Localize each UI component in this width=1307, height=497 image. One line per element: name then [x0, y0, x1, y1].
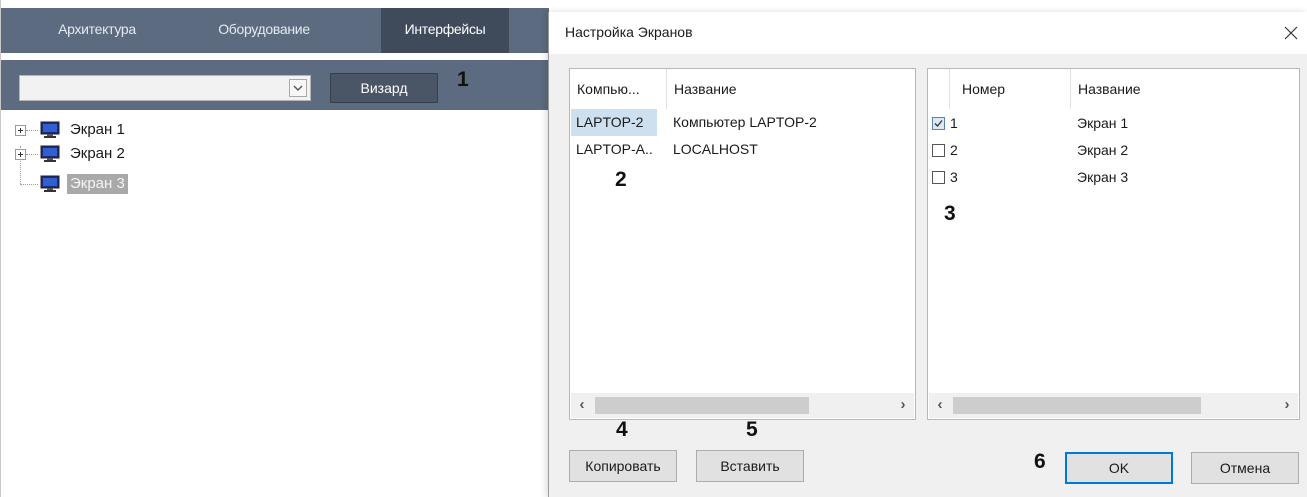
tree-item-screen-2[interactable]: Экран 2 [15, 142, 215, 166]
computers-list[interactable]: Компью... Название LAPTOP-2 Компьютер LA… [569, 68, 916, 420]
expand-icon[interactable] [15, 149, 26, 160]
tree-connector [26, 154, 38, 155]
monitor-icon [40, 145, 60, 162]
tab-bar: Архитектура Оборудование Интерфейсы [1, 8, 549, 53]
monitor-icon [40, 121, 60, 138]
callout-marker-5: 5 [746, 418, 758, 441]
chevron-down-icon[interactable] [289, 79, 307, 97]
screen-name-cell[interactable]: Экран 3 [1072, 164, 1292, 191]
screen-name-cell[interactable]: Экран 2 [1072, 137, 1292, 164]
computer-name-cell[interactable]: LOCALHOST [668, 136, 908, 163]
screens-list[interactable]: Номер Название 1 Экран 1 2 Экран 2 3 Экр… [927, 68, 1300, 420]
column-header-check [928, 69, 950, 109]
tree-item-label: Экран 1 [70, 121, 125, 138]
scroll-right-icon[interactable]: › [892, 393, 914, 418]
expand-icon[interactable] [15, 125, 26, 136]
column-header-name[interactable]: Название [667, 69, 915, 109]
wizard-button[interactable]: Визард [330, 73, 438, 103]
scroll-thumb[interactable] [595, 397, 809, 414]
computer-cell[interactable]: LAPTOP-2 [571, 109, 657, 136]
callout-marker-1: 1 [457, 68, 469, 91]
tree-item-screen-3[interactable]: Экран 3 [15, 172, 215, 196]
tab-architecture[interactable]: Архитектура [27, 8, 167, 53]
object-select[interactable] [19, 75, 311, 101]
tree-item-label: Экран 2 [70, 145, 125, 162]
callout-marker-4: 4 [616, 418, 628, 441]
screen-checkbox[interactable] [932, 171, 945, 184]
scroll-left-icon[interactable]: ‹ [571, 393, 593, 418]
column-header-computer[interactable]: Компью... [570, 69, 667, 109]
computer-name-cell[interactable]: Компьютер LAPTOP-2 [668, 109, 908, 136]
cancel-button[interactable]: Отмена [1191, 452, 1299, 484]
tree-item-label: Экран 3 [67, 174, 128, 194]
tree-item-screen-1[interactable]: Экран 1 [15, 118, 215, 142]
screen-checkbox[interactable] [932, 144, 945, 157]
scroll-left-icon[interactable]: ‹ [929, 393, 951, 418]
dialog-title: Настройка Экранов [565, 24, 693, 40]
check-icon [934, 120, 943, 127]
tree-connector [20, 184, 38, 185]
ok-button[interactable]: OK [1065, 452, 1173, 484]
paste-button[interactable]: Вставить [696, 450, 804, 482]
computer-cell[interactable]: LAPTOP-A.. [571, 136, 663, 163]
tab-interfaces[interactable]: Интерфейсы [381, 8, 509, 53]
screen-number-cell[interactable]: 3 [945, 164, 1065, 191]
callout-marker-6: 6 [1034, 450, 1046, 473]
column-header-name[interactable]: Название [1071, 69, 1299, 109]
horizontal-scrollbar[interactable]: ‹ › [571, 393, 914, 418]
tab-equipment[interactable]: Оборудование [189, 8, 339, 53]
dialog-titlebar: Настройка Экранов [549, 12, 1307, 54]
callout-marker-2: 2 [615, 168, 627, 191]
main-application-panel: Архитектура Оборудование Интерфейсы Виза… [0, 0, 549, 497]
scroll-right-icon[interactable]: › [1276, 393, 1298, 418]
screen-number-cell[interactable]: 1 [945, 110, 1065, 137]
screen-number-cell[interactable]: 2 [945, 137, 1065, 164]
screen-settings-dialog: Настройка Экранов Компью... Название LAP… [548, 12, 1307, 497]
copy-button[interactable]: Копировать [569, 450, 677, 482]
callout-marker-3: 3 [944, 202, 956, 225]
close-icon [1284, 26, 1298, 40]
horizontal-scrollbar[interactable]: ‹ › [929, 393, 1298, 418]
column-header-number[interactable]: Номер [950, 69, 1071, 109]
close-button[interactable] [1280, 22, 1302, 44]
tree-connector [26, 130, 38, 131]
screen-checkbox[interactable] [932, 117, 945, 130]
screen-name-cell[interactable]: Экран 1 [1072, 110, 1292, 137]
scroll-thumb[interactable] [953, 397, 1201, 414]
monitor-icon [40, 175, 60, 192]
